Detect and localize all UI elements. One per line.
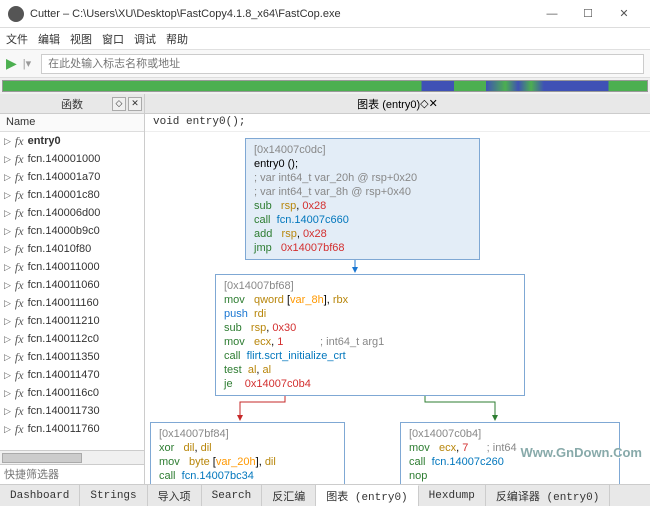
function-item[interactable]: ▷fxfcn.140011350 bbox=[0, 348, 144, 366]
graph-header: 图表 (entry0) ◇✕ bbox=[145, 94, 650, 114]
menu-bar: 文件编辑视图窗口调试帮助 bbox=[0, 28, 650, 50]
menu-item[interactable]: 文件 bbox=[6, 31, 28, 47]
function-item[interactable]: ▷fxfcn.140001c80 bbox=[0, 186, 144, 204]
functions-panel: 函数 ◇✕ Name ▷fxentry0▷fxfcn.140001000▷fxf… bbox=[0, 94, 145, 484]
function-item[interactable]: ▷fxfcn.1400112c0 bbox=[0, 330, 144, 348]
tab[interactable]: 反汇编 bbox=[262, 485, 316, 506]
function-item[interactable]: ▷fxfcn.140011000 bbox=[0, 258, 144, 276]
scrollbar-horizontal[interactable] bbox=[0, 450, 144, 464]
search-input[interactable] bbox=[41, 54, 644, 74]
app-icon bbox=[8, 6, 24, 22]
function-item[interactable]: ▷fxfcn.140006d00 bbox=[0, 204, 144, 222]
menu-item[interactable]: 编辑 bbox=[38, 31, 60, 47]
undock-icon[interactable]: ◇ bbox=[112, 97, 126, 111]
tab[interactable]: 导入项 bbox=[148, 485, 202, 506]
section-bar[interactable] bbox=[2, 80, 648, 92]
tab[interactable]: 反编译器 (entry0) bbox=[486, 485, 610, 506]
function-item[interactable]: ▷fxfcn.140011760 bbox=[0, 420, 144, 438]
menu-item[interactable]: 调试 bbox=[134, 31, 156, 47]
function-item[interactable]: ▷fxfcn.140011210 bbox=[0, 312, 144, 330]
separator: |▾ bbox=[23, 57, 31, 70]
menu-item[interactable]: 视图 bbox=[70, 31, 92, 47]
graph-canvas[interactable]: [0x14007c0dc]entry0 ();; var int64_t var… bbox=[145, 132, 650, 484]
function-item[interactable]: ▷fxfcn.14010f80 bbox=[0, 240, 144, 258]
maximize-button[interactable]: ☐ bbox=[570, 0, 606, 28]
graph-node[interactable]: [0x14007bf68]mov qword [var_8h], rbxpush… bbox=[215, 274, 525, 396]
tab[interactable]: Strings bbox=[80, 485, 147, 506]
function-item[interactable]: ▷fxfcn.14000b9c0 bbox=[0, 222, 144, 240]
function-item[interactable]: ▷fxfcn.140001a70 bbox=[0, 168, 144, 186]
tab[interactable]: Search bbox=[202, 485, 263, 506]
graph-panel: 图表 (entry0) ◇✕ void entry0(); [0x14007c0… bbox=[145, 94, 650, 484]
functions-header: 函数 ◇✕ bbox=[0, 94, 144, 114]
toolbar: ▶ |▾ bbox=[0, 50, 650, 78]
graph-node[interactable]: [0x14007bf84]xor dil, dilmov byte [var_2… bbox=[150, 422, 345, 484]
close-panel-icon[interactable]: ✕ bbox=[429, 98, 438, 110]
watermark: Www.GnDown.Com bbox=[520, 445, 642, 460]
menu-item[interactable]: 窗口 bbox=[102, 31, 124, 47]
undock-icon[interactable]: ◇ bbox=[420, 98, 428, 110]
function-signature: void entry0(); bbox=[145, 114, 650, 132]
function-item[interactable]: ▷fxfcn.140011730 bbox=[0, 402, 144, 420]
function-item[interactable]: ▷fxfcn.140001000 bbox=[0, 150, 144, 168]
function-item[interactable]: ▷fxfcn.140011160 bbox=[0, 294, 144, 312]
tab[interactable]: 图表 (entry0) bbox=[316, 485, 418, 506]
play-icon[interactable]: ▶ bbox=[6, 55, 17, 72]
bottom-tabs: DashboardStrings导入项Search反汇编图表 (entry0)H… bbox=[0, 484, 650, 506]
function-item[interactable]: ▷fxentry0 bbox=[0, 132, 144, 150]
function-item[interactable]: ▷fxfcn.140011470 bbox=[0, 366, 144, 384]
function-list[interactable]: ▷fxentry0▷fxfcn.140001000▷fxfcn.140001a7… bbox=[0, 132, 144, 450]
function-item[interactable]: ▷fxfcn.140011060 bbox=[0, 276, 144, 294]
close-panel-icon[interactable]: ✕ bbox=[128, 97, 142, 111]
tab[interactable]: Hexdump bbox=[419, 485, 486, 506]
minimize-button[interactable]: — bbox=[534, 0, 570, 28]
title-bar: Cutter – C:\Users\XU\Desktop\FastCopy4.1… bbox=[0, 0, 650, 28]
graph-node[interactable]: [0x14007c0dc]entry0 ();; var int64_t var… bbox=[245, 138, 480, 260]
window-title: Cutter – C:\Users\XU\Desktop\FastCopy4.1… bbox=[30, 8, 534, 20]
filter-input[interactable] bbox=[0, 465, 144, 484]
tab[interactable]: Dashboard bbox=[0, 485, 80, 506]
function-item[interactable]: ▷fxfcn.1400116c0 bbox=[0, 384, 144, 402]
name-column-header[interactable]: Name bbox=[0, 114, 144, 132]
close-button[interactable]: ✕ bbox=[606, 0, 642, 28]
menu-item[interactable]: 帮助 bbox=[166, 31, 188, 47]
